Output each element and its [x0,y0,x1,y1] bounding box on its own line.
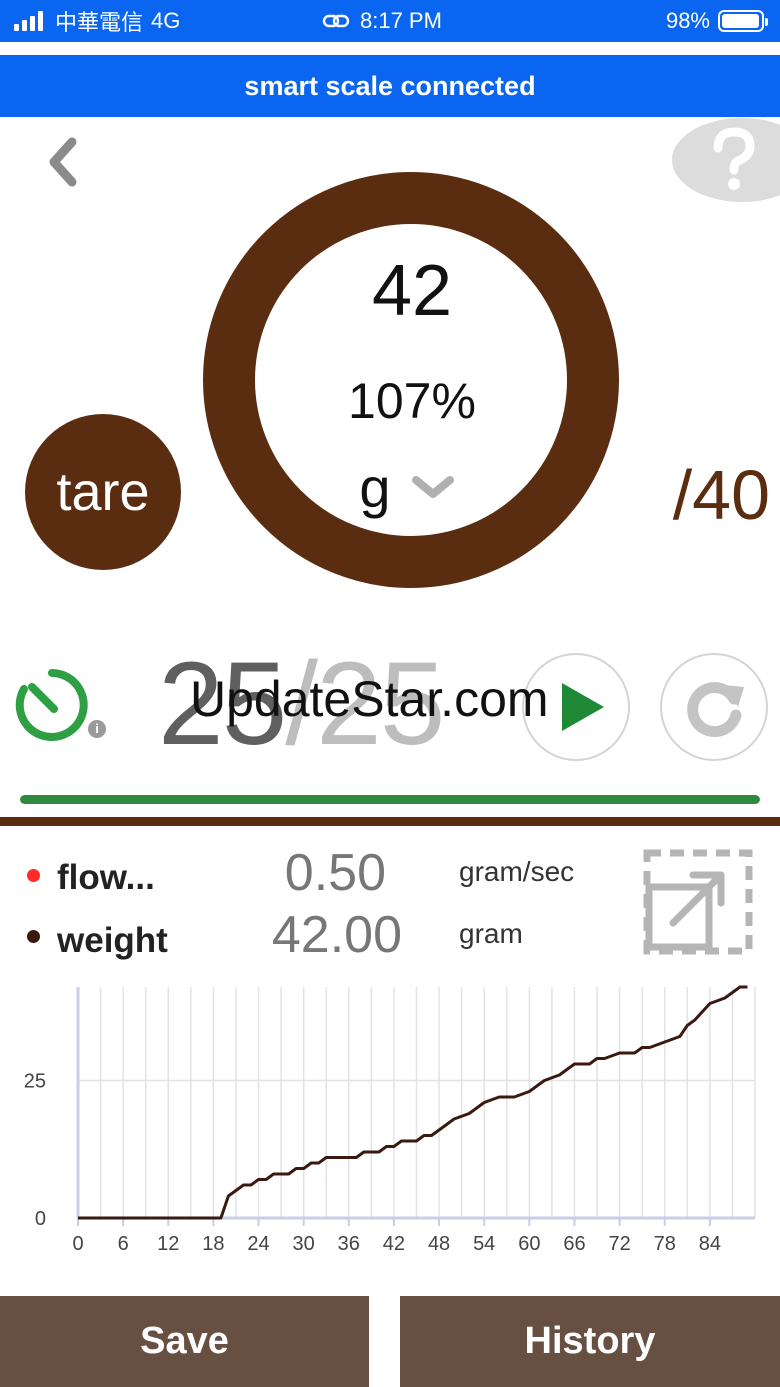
flow-unit: gram/sec [459,856,575,887]
chart-x-tick-label: 72 [608,1233,630,1255]
timer-info-icon[interactable]: i [88,720,106,738]
clock: 8:17 PM [360,8,442,33]
flow-value: 0.50 [284,844,386,902]
history-button[interactable]: History [400,1296,780,1387]
flow-legend-dot [27,869,40,882]
chart-x-tick-label: 18 [202,1233,224,1255]
connection-banner: smart scale connected [0,55,780,117]
back-icon[interactable] [40,132,90,192]
unit-selector[interactable]: g [345,455,405,520]
weight-percent: 107% [348,373,476,429]
network-type: 4G [151,8,181,33]
help-icon[interactable] [672,118,780,204]
chart-tick-labels: 0 6 12 18 24 30 36 42 48 54 60 66 72 78 84 0 25 [24,1071,721,1256]
chart-x-tick-label: 6 [118,1233,129,1255]
chart-y-tick-label: 25 [24,1071,46,1093]
weight-chart: 0 6 12 18 24 30 36 42 48 54 60 66 72 78 84 0 25 [24,985,756,1256]
chart-x-tick-label: 54 [473,1233,495,1255]
signal-icon [14,11,43,31]
battery-fill [722,14,760,28]
status-left: 中華電信 4G [14,8,181,35]
chart-x-tick-label: 36 [338,1233,360,1255]
weight-unit: gram [459,918,523,949]
stopwatch-icon[interactable] [12,665,92,745]
chart-series [78,985,748,1220]
chart-x-tick-label: 0 [72,1233,83,1255]
battery-icon [718,10,768,32]
weight-legend-label[interactable]: weight [57,921,168,961]
link-icon [322,14,350,28]
chart-grid [78,987,756,1218]
chart-x-tick-label: 30 [293,1233,315,1255]
chart-x-tick-label: 84 [699,1233,721,1255]
flow-legend-label[interactable]: flow... [57,858,155,898]
chart-x-tick-label: 66 [563,1233,585,1255]
weight-value: 42 [371,251,453,331]
battery-percent: 98% [665,8,710,33]
status-center: 8:17 PM [322,8,442,34]
watermark-text: UpdateStar.com [190,671,549,727]
carrier-name: 中華電信 [55,10,144,35]
chart-x-tick-label: 12 [157,1233,179,1255]
chart-series-line [78,985,748,1220]
tare-button[interactable]: tare [25,414,181,570]
status-bar: 中華電信 4G 8:17 PM 98% [0,0,780,42]
chart-x-tick-label: 60 [518,1233,540,1255]
chart-x-tick-label: 42 [383,1233,405,1255]
chart-x-tick-label: 24 [247,1233,269,1255]
refresh-icon [687,682,744,737]
timer-progress-bar [20,795,760,804]
chart-x-tick-label: 78 [654,1233,676,1255]
status-right: 98% [665,8,768,34]
weight-graph-value: 42.00 [271,906,402,964]
reset-button[interactable] [660,653,768,761]
save-button[interactable]: Save [0,1296,369,1387]
weight-legend-dot [27,930,40,943]
chevron-down-icon[interactable] [410,474,456,500]
timer-progress-fill [20,795,760,804]
expand-icon[interactable] [643,849,753,955]
chart-x-tick-label: 48 [428,1233,450,1255]
section-divider [0,817,780,826]
target-weight[interactable]: /40 [640,455,770,535]
chart-y-tick-label: 0 [35,1208,46,1230]
